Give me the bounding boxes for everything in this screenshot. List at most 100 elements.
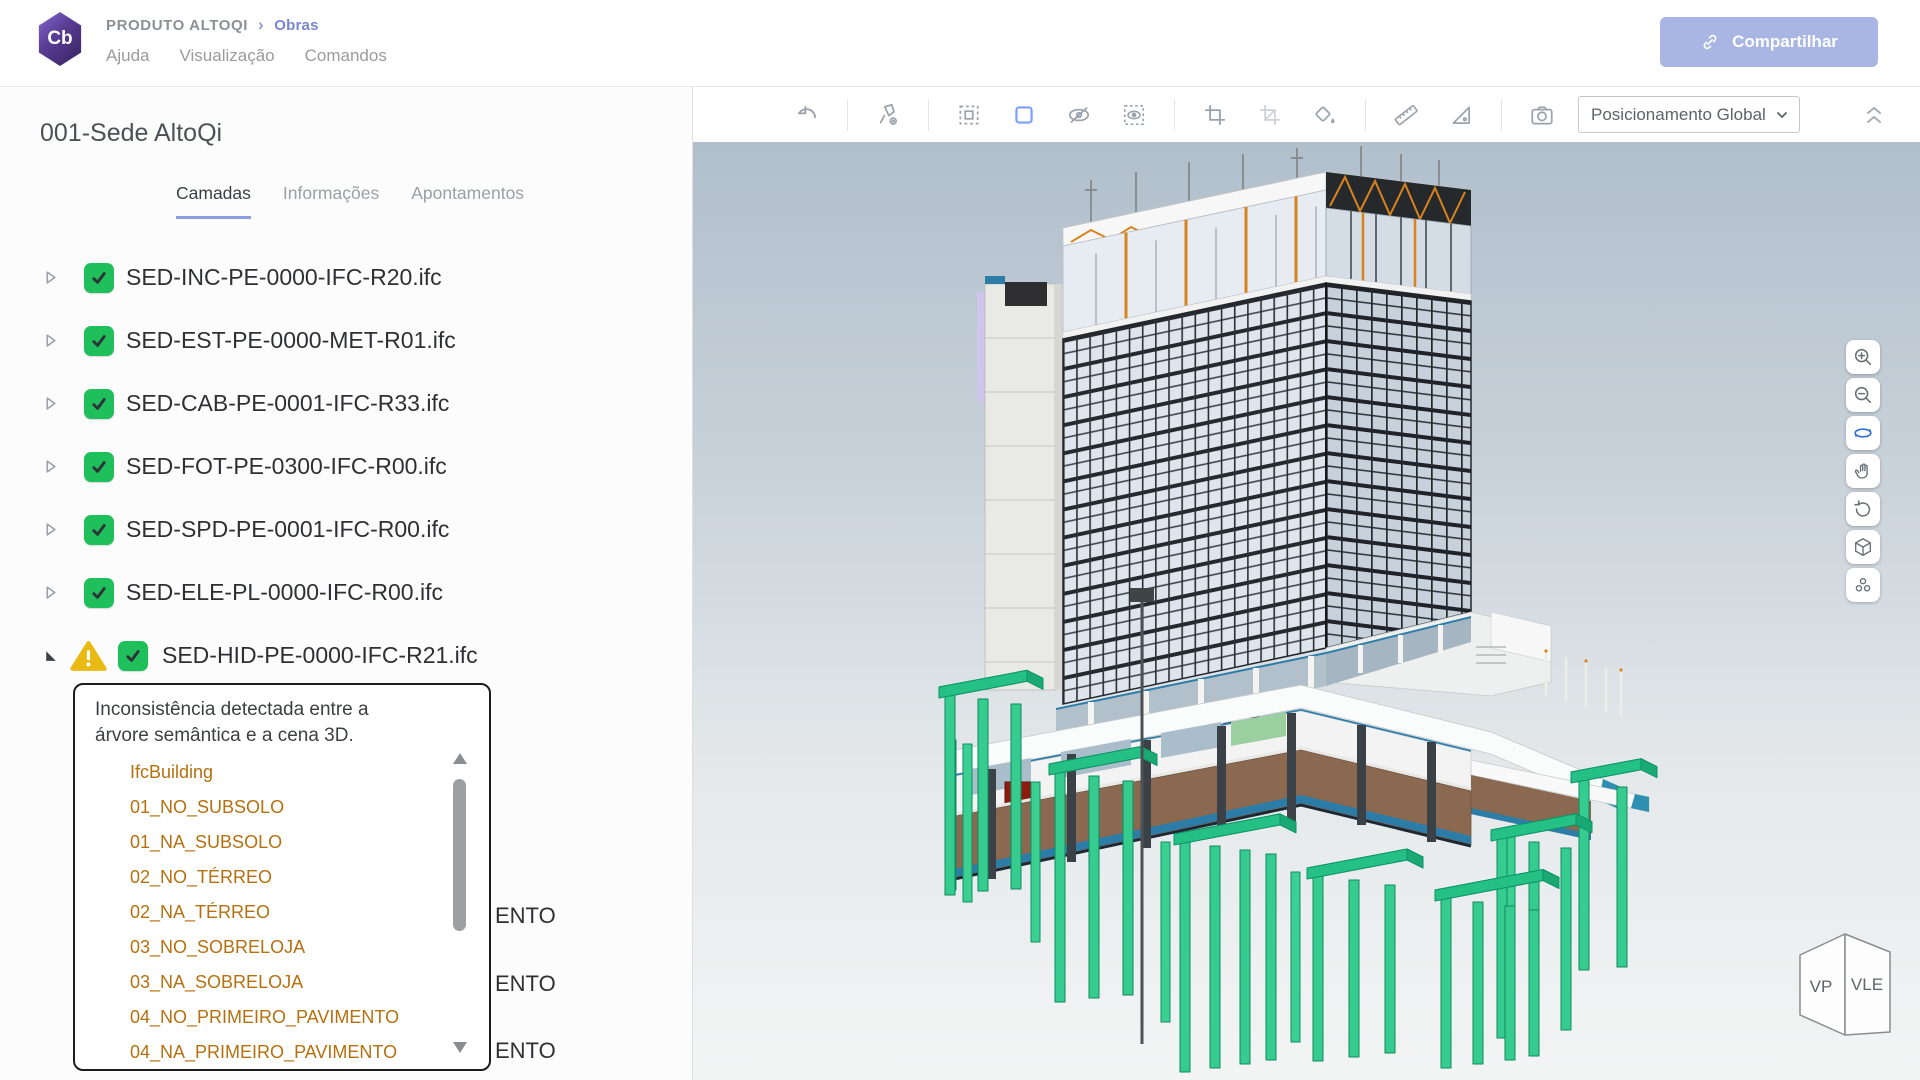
app-header: Cb PRODUTO ALTOQI › Obras Ajuda Visualiz… (0, 0, 1920, 86)
pin-visibility-icon[interactable] (868, 95, 908, 135)
expand-arrow-icon[interactable] (43, 585, 58, 600)
layer-checkbox[interactable] (84, 515, 114, 545)
tooltip-tree-item[interactable]: 02_NO_TÉRREO (130, 860, 272, 895)
layer-checkbox[interactable] (84, 578, 114, 608)
scroll-down-icon[interactable] (453, 1042, 467, 1053)
tooltip-tree-item[interactable]: 04_NA_PRIMEIRO_PAVIMENTO (130, 1035, 397, 1070)
layer-name: SED-CAB-PE-0001-IFC-R33.ifc (126, 390, 449, 417)
zoom-out-icon (1852, 384, 1874, 406)
layer-row[interactable]: SED-FOT-PE-0300-IFC-R00.ifc (0, 435, 692, 498)
app-logo-text: Cb (47, 28, 72, 50)
viewer-toolbar: Posicionamento Global (693, 87, 1920, 142)
expand-arrow-icon[interactable] (43, 270, 58, 285)
layer-checkbox[interactable] (84, 452, 114, 482)
toolbar-separator (847, 99, 848, 131)
breadcrumb-root[interactable]: PRODUTO ALTOQI (106, 17, 248, 34)
core-tower[interactable] (977, 276, 1065, 690)
sidebar-divider (692, 87, 693, 1080)
isolate-selection-icon[interactable] (1114, 95, 1154, 135)
collapse-toolbar-button[interactable] (1854, 95, 1894, 135)
layer-name: SED-ELE-PL-0000-IFC-R00.ifc (126, 579, 443, 606)
hide-element-icon[interactable] (1059, 95, 1099, 135)
building-model[interactable] (931, 142, 1671, 1080)
zoom-in-button[interactable] (1846, 340, 1880, 374)
view-cube-button[interactable] (1846, 530, 1880, 564)
scrollbar-thumb[interactable] (453, 779, 466, 931)
tooltip-message: Inconsistência detectada entre a árvore … (95, 697, 425, 749)
rotate-ccw-icon (1852, 498, 1874, 520)
tooltip-tree-item[interactable]: 01_NA_SUBSOLO (130, 825, 282, 860)
zoom-out-button[interactable] (1846, 378, 1880, 412)
cube-icon (1852, 536, 1874, 558)
menu-item-ajuda[interactable]: Ajuda (106, 46, 149, 66)
positioning-dropdown-value: Posicionamento Global (1591, 105, 1766, 125)
layer-row-warning[interactable]: SED-HID-PE-0000-IFC-R21.ifc (0, 624, 692, 687)
menu-item-comandos[interactable]: Comandos (305, 46, 387, 66)
layer-checkbox[interactable] (84, 389, 114, 419)
explode-button[interactable] (1846, 568, 1880, 602)
tooltip-tree-item[interactable]: IfcBuilding (130, 755, 213, 790)
header-divider (0, 86, 1920, 87)
layer-checkbox[interactable] (118, 641, 148, 671)
sidebar: 001-Sede AltoQi Camadas Informações Apon… (0, 87, 692, 1080)
layer-name: SED-HID-PE-0000-IFC-R21.ifc (162, 642, 478, 669)
tooltip-tree-item[interactable]: 02_NA_TÉRREO (130, 895, 270, 930)
layer-name: SED-SPD-PE-0001-IFC-R00.ifc (126, 516, 449, 543)
clipped-tree-label: ENTO (495, 1038, 556, 1064)
layer-name: SED-FOT-PE-0300-IFC-R00.ifc (126, 453, 447, 480)
model-3d-canvas[interactable]: VP VLE (693, 142, 1920, 1080)
nav-cube-face-vp[interactable]: VP (1810, 977, 1833, 996)
tooltip-tree-item[interactable]: 01_NO_SUBSOLO (130, 790, 284, 825)
project-title: 001-Sede AltoQi (40, 119, 222, 148)
breadcrumb-current[interactable]: Obras (274, 17, 318, 34)
tab-camadas[interactable]: Camadas (176, 183, 251, 219)
layer-row[interactable]: SED-CAB-PE-0001-IFC-R33.ifc (0, 372, 692, 435)
menu-item-visualizacao[interactable]: Visualização (179, 46, 274, 66)
tab-apontamentos[interactable]: Apontamentos (411, 183, 524, 219)
expand-arrow-icon[interactable] (43, 459, 58, 474)
tab-bar: Camadas Informações Apontamentos (176, 183, 524, 219)
navigation-cube[interactable]: VP VLE (1790, 920, 1894, 1048)
measure-angle-icon[interactable] (1441, 95, 1481, 135)
layer-row[interactable]: SED-EST-PE-0000-MET-R01.ifc (0, 309, 692, 372)
scroll-up-icon[interactable] (453, 753, 467, 764)
section-plane-icon[interactable] (1250, 95, 1290, 135)
tab-informacoes[interactable]: Informações (283, 183, 379, 219)
expand-arrow-icon[interactable] (43, 333, 58, 348)
inconsistency-tooltip: Inconsistência detectada entre a árvore … (73, 683, 491, 1071)
marquee-select-icon[interactable] (949, 95, 989, 135)
clipped-tree-label: ENTO (495, 903, 556, 929)
clipped-tree-label: ENTO (495, 971, 556, 997)
section-box-icon[interactable] (1195, 95, 1235, 135)
measure-ruler-icon[interactable] (1386, 95, 1426, 135)
layer-checkbox[interactable] (84, 326, 114, 356)
share-button[interactable]: Compartilhar (1660, 17, 1878, 67)
collapse-arrow-icon[interactable] (43, 648, 58, 663)
positioning-dropdown[interactable]: Posicionamento Global (1578, 96, 1800, 133)
rotate-view-button[interactable] (1846, 492, 1880, 526)
pan-hand-icon (1852, 460, 1874, 482)
expand-arrow-icon[interactable] (43, 522, 58, 537)
orbit-button[interactable] (1846, 416, 1880, 450)
layer-row[interactable]: SED-SPD-PE-0001-IFC-R00.ifc (0, 498, 692, 561)
top-menu: Ajuda Visualização Comandos (106, 46, 387, 66)
tooltip-tree-item[interactable]: 04_NO_PRIMEIRO_PAVIMENTO (130, 1000, 399, 1035)
layer-row[interactable]: SED-INC-PE-0000-IFC-R20.ifc (0, 246, 692, 309)
nav-cube-face-vle[interactable]: VLE (1851, 975, 1883, 994)
app-logo[interactable]: Cb (36, 12, 84, 66)
tooltip-scrollbar[interactable] (451, 753, 467, 1053)
layer-checkbox[interactable] (84, 263, 114, 293)
pan-button[interactable] (1846, 454, 1880, 488)
double-chevron-up-icon (1862, 102, 1886, 128)
expand-arrow-icon[interactable] (43, 396, 58, 411)
paint-override-icon[interactable] (1305, 95, 1345, 135)
layer-name: SED-EST-PE-0000-MET-R01.ifc (126, 327, 456, 354)
tooltip-tree-item[interactable]: 03_NO_SOBRELOJA (130, 930, 305, 965)
breadcrumb: PRODUTO ALTOQI › Obras (106, 15, 319, 35)
snapshot-camera-icon[interactable] (1522, 95, 1562, 135)
undo-icon[interactable] (787, 95, 827, 135)
box-select-icon[interactable] (1004, 95, 1044, 135)
layer-row[interactable]: SED-ELE-PL-0000-IFC-R00.ifc (0, 561, 692, 624)
toolbar-separator (928, 99, 929, 131)
tooltip-tree-item[interactable]: 03_NA_SOBRELOJA (130, 965, 303, 1000)
